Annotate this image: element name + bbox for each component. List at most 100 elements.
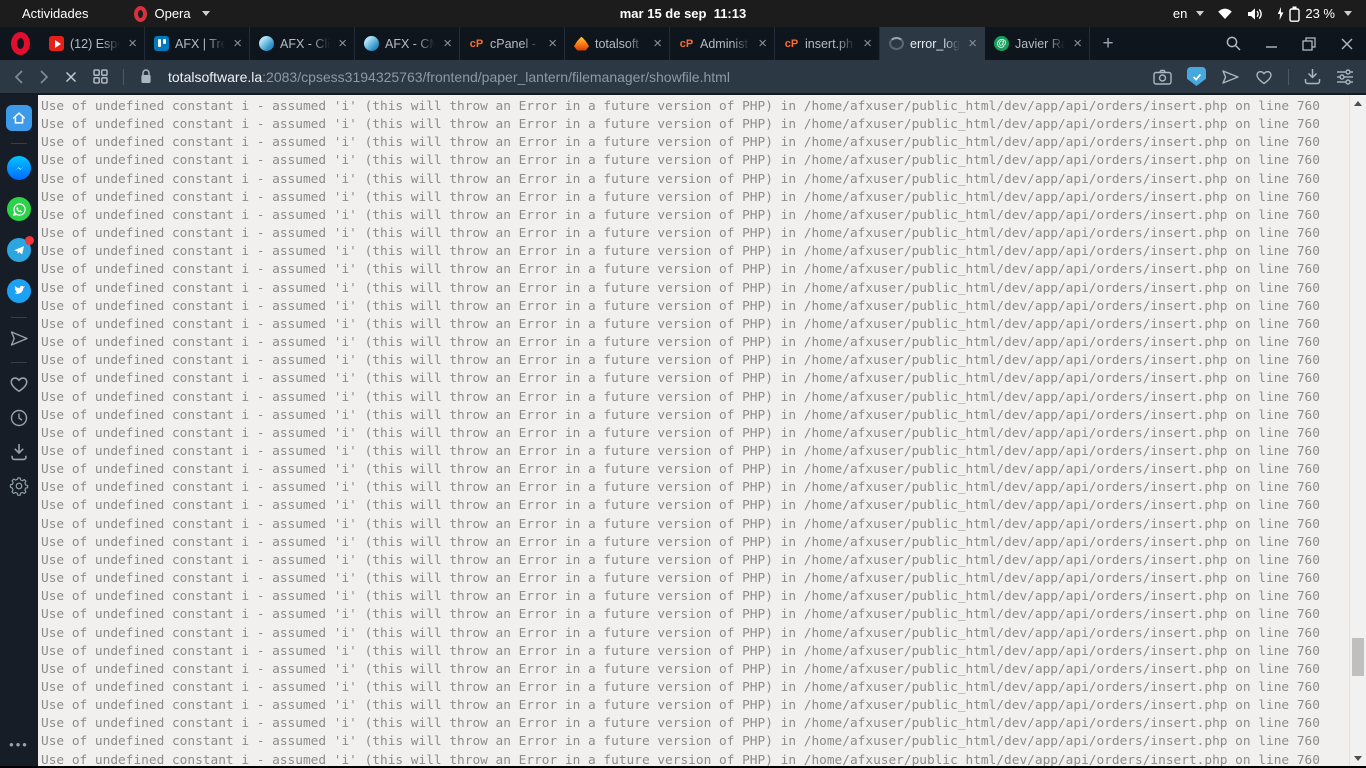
scrollbar-thumb[interactable] [1352,638,1364,676]
tab-close-icon[interactable]: × [861,35,874,52]
log-line: Use of undefined constant i - assumed 'i… [41,262,1320,278]
tab-title: error_log [910,36,961,51]
volume-icon[interactable] [1246,7,1264,21]
toolbar-separator [123,68,124,85]
address-bar-actions [1153,67,1354,86]
tab-totalsoft[interactable]: totalsoft × [565,27,670,60]
tab-close-icon[interactable]: × [756,35,769,52]
window-restore-button[interactable] [1290,27,1328,60]
window-minimize-button[interactable] [1252,27,1290,60]
scroll-up-button[interactable] [1350,95,1366,111]
url-field[interactable]: totalsoftware.la:2083/cpsess3194325763/f… [168,69,1141,85]
tab-javier-ra[interactable]: @ Javier Ra × [985,27,1090,60]
tab-close-icon[interactable]: × [441,35,454,52]
window-close-button[interactable] [1328,27,1366,60]
tab-close-icon[interactable]: × [1071,35,1084,52]
twitter-button[interactable] [7,279,31,303]
log-line: Use of undefined constant i - assumed 'i… [41,625,1320,641]
log-line: Use of undefined constant i - assumed 'i… [41,171,1320,187]
history-sidebar-button[interactable] [9,408,29,428]
log-line: Use of undefined constant i - assumed 'i… [41,571,1320,587]
search-button[interactable] [1214,27,1252,60]
bookmark-button[interactable] [1255,69,1273,85]
battery-status[interactable]: 23 % [1277,6,1352,22]
settings-sidebar-button[interactable] [9,476,29,496]
tab-bar: (12) Espe × AFX | Tre × AFX - Clie × AFX - CM ×… [0,27,1366,60]
speed-dial-button[interactable] [93,69,108,84]
tab-error-log[interactable]: error_log × [880,27,985,60]
youtube-favicon-icon [49,36,64,51]
tab-insert-ph[interactable]: cP insert.ph × [775,27,880,60]
sidebar-divider [11,362,27,363]
main-region: ••• Use of undefined constant i - assume… [0,95,1366,766]
log-line: Use of undefined constant i - assumed 'i… [41,534,1320,550]
adblock-shield-badge[interactable] [1187,67,1206,86]
log-line: Use of undefined constant i - assumed 'i… [41,280,1320,296]
tab-title: Javier Ra [1015,36,1066,51]
tab-close-icon[interactable]: × [231,35,244,52]
speed-dial-button[interactable] [6,105,32,131]
whatsapp-icon [12,202,26,216]
vertical-scrollbar [1349,95,1366,766]
tab-afx-cm[interactable]: AFX - CM × [355,27,460,60]
url-path: :2083/cpsess3194325763/frontend/paper_la… [262,68,730,85]
forward-button[interactable] [39,69,49,85]
language-label: en [1172,6,1188,21]
back-button[interactable] [14,69,24,85]
secure-lock-icon[interactable] [139,68,153,85]
snapshot-button[interactable] [1153,69,1172,85]
page-content: Use of undefined constant i - assumed 'i… [38,95,1366,766]
heart-icon [1256,70,1272,84]
language-indicator[interactable]: en [1172,6,1205,21]
new-tab-button[interactable]: + [1090,27,1126,60]
cpanel-favicon-icon: cP [784,37,799,50]
check-icon [1192,73,1201,81]
scrollbar-track[interactable] [1350,111,1366,750]
log-line: Use of undefined constant i - assumed 'i… [41,443,1320,459]
tab-close-icon[interactable]: × [546,35,559,52]
tab-close-icon[interactable]: × [126,35,139,52]
log-line: Use of undefined constant i - assumed 'i… [41,226,1320,242]
opera-logo[interactable] [0,27,40,60]
log-line: Use of undefined constant i - assumed 'i… [41,752,1320,766]
messenger-button[interactable] [7,156,31,180]
telegram-button[interactable] [7,236,34,262]
whatsapp-button[interactable] [7,197,31,221]
system-clock[interactable]: mar 15 de sep 11:13 [0,6,1366,21]
log-line: Use of undefined constant i - assumed 'i… [41,189,1320,205]
close-icon [1341,38,1353,49]
tab-close-icon[interactable]: × [336,35,349,52]
easy-setup-button[interactable] [1336,68,1354,85]
my-flow-sidebar-button[interactable] [9,330,29,347]
system-tray: en 23 % [1173,6,1366,22]
telegram-plane-icon [14,246,25,255]
my-flow-button[interactable] [1221,69,1240,85]
minimize-icon [1265,46,1277,48]
tab-cpanel-f[interactable]: cP cPanel - F × [460,27,565,60]
wifi-icon[interactable] [1217,7,1233,20]
scroll-down-button[interactable] [1350,750,1366,766]
tab-title: totalsoft [595,36,639,51]
tab-title: Administ [700,36,748,51]
tab-12-espe[interactable]: (12) Espe × [40,27,145,60]
bookmarks-sidebar-button[interactable] [9,375,29,393]
chat-favicon-icon: @ [994,36,1009,51]
battery-percent-label: 23 % [1305,6,1335,21]
sidebar-more-button[interactable]: ••• [9,737,29,752]
stop-loading-button[interactable] [64,70,78,84]
tab-afx-clie[interactable]: AFX - Clie × [250,27,355,60]
tab-afx-tre[interactable]: AFX | Tre × [145,27,250,60]
cpanel-favicon-icon: cP [469,37,484,50]
tiles-icon [93,69,108,84]
address-bar: totalsoftware.la:2083/cpsess3194325763/f… [0,60,1366,95]
site-favicon-icon [259,36,274,51]
tab-close-icon[interactable]: × [651,35,664,52]
paper-plane-icon [10,331,28,346]
tab-close-icon[interactable]: × [966,35,979,52]
download-icon [11,444,27,461]
search-icon [1226,36,1241,51]
downloads-button[interactable] [1304,68,1321,85]
site-favicon-icon [364,36,379,51]
downloads-sidebar-button[interactable] [10,443,28,461]
tab-administ[interactable]: cP Administ × [670,27,775,60]
